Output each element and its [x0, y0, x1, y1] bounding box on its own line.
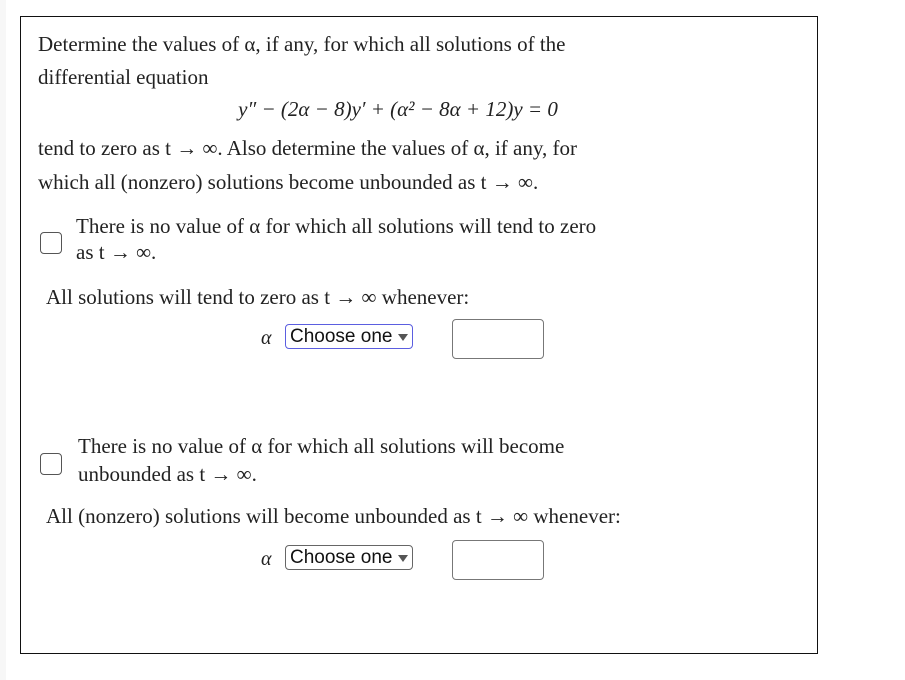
zero-condition-answer-input[interactable] — [452, 319, 544, 359]
question-panel: Determine the values of α, if any, for w… — [20, 16, 818, 654]
zero-condition-select-value: Choose one — [290, 326, 393, 347]
question-text-line-2: differential equation — [38, 65, 209, 89]
tend-to-zero-statement: All solutions will tend to zero as t → ∞… — [46, 285, 470, 309]
unbounded-condition-answer-input[interactable] — [452, 540, 544, 580]
unbounded-statement: All (nonzero) solutions will become unbo… — [46, 504, 621, 528]
no-value-unbounded-label-line-1: There is no value of α for which all sol… — [78, 434, 565, 458]
alpha-variable-label: α — [261, 548, 272, 570]
no-value-zero-checkbox[interactable] — [40, 232, 62, 254]
differential-equation: y″ − (2α − 8)y′ + (α² − 8α + 12)y = 0 — [238, 97, 558, 121]
question-text-line-1: Determine the values of α, if any, for w… — [38, 32, 566, 56]
dropdown-caret-icon — [398, 334, 409, 341]
question-text-line-3: tend to zero as t → ∞. Also determine th… — [38, 136, 577, 160]
dropdown-caret-icon — [398, 555, 409, 562]
unbounded-condition-select[interactable]: Choose one — [285, 545, 414, 570]
no-value-zero-label-line-2: as t → ∞. — [76, 240, 157, 264]
unbounded-condition-select-value: Choose one — [290, 547, 393, 568]
no-value-unbounded-checkbox[interactable] — [40, 453, 62, 475]
no-value-unbounded-label-line-2: unbounded as t → ∞. — [78, 462, 257, 486]
zero-condition-select[interactable]: Choose one — [285, 324, 414, 349]
alpha-variable-label: α — [261, 327, 272, 349]
question-text-line-4: which all (nonzero) solutions become unb… — [38, 170, 539, 194]
